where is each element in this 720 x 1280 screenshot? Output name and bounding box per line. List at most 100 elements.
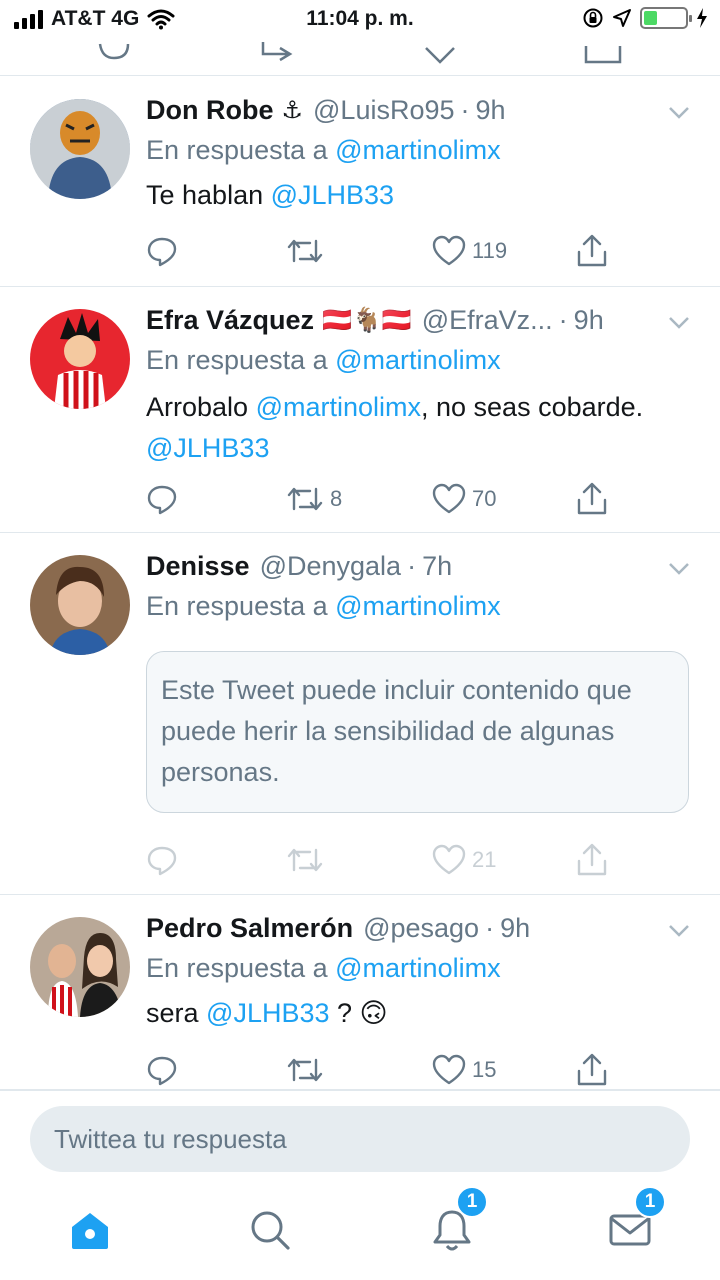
- tweet-text-part: Te hablan: [146, 180, 271, 210]
- like-button[interactable]: 15: [432, 1050, 496, 1090]
- reply-prefix: En respuesta a: [146, 135, 328, 165]
- reply-to-mention[interactable]: @martinolimx: [335, 345, 500, 375]
- tweet-actions: 15: [146, 1050, 616, 1090]
- tweet-time[interactable]: 9h: [476, 95, 506, 126]
- like-count: 70: [472, 486, 497, 511]
- tab-messages[interactable]: 1: [600, 1186, 666, 1260]
- like-icon: [432, 844, 466, 875]
- like-button[interactable]: 70: [432, 479, 496, 519]
- chevron-down-icon[interactable]: [666, 555, 692, 581]
- share-icon: [577, 1053, 607, 1086]
- author-handle[interactable]: @LuisRo95: [313, 95, 455, 126]
- tweet-time[interactable]: 9h: [574, 305, 604, 336]
- upside-down-face-emoji: 🙃: [359, 998, 388, 1028]
- tweet-text: Arrobalo @martinolimx, no seas cobarde. @…: [146, 387, 690, 469]
- tweet-header: Pedro Salmerón @pesago · 9h: [146, 913, 664, 944]
- retweet-button[interactable]: [286, 1050, 330, 1090]
- retweet-icon: [287, 239, 323, 263]
- reply-button[interactable]: [146, 231, 178, 271]
- tweet-actions: 8 70: [146, 479, 616, 519]
- avatar[interactable]: [30, 99, 130, 199]
- tweet-text-part: ?: [329, 998, 360, 1028]
- reply-button[interactable]: [146, 1050, 178, 1090]
- tweet-actions: 21: [146, 840, 616, 880]
- retweet-button[interactable]: [286, 840, 330, 880]
- tweet-time[interactable]: 9h: [500, 913, 530, 944]
- battery-icon: [640, 7, 692, 29]
- tab-notifications[interactable]: 1: [422, 1186, 488, 1260]
- like-count: 15: [472, 1057, 497, 1082]
- chevron-down-icon[interactable]: [666, 917, 692, 943]
- home-icon: [72, 1213, 108, 1249]
- reply-to-mention[interactable]: @martinolimx: [335, 591, 500, 621]
- author-handle[interactable]: @pesago: [363, 913, 479, 944]
- reply-composer-bar: Twittea tu respuesta: [0, 1090, 720, 1184]
- tab-bar: 1 1: [0, 1184, 720, 1280]
- retweet-icon: [287, 1058, 323, 1082]
- reply-button[interactable]: [146, 479, 178, 519]
- tweet-header: Efra Vázquez 🇦🇹🐐🇦🇹 @EfraVz... · 9h: [146, 305, 664, 336]
- like-count: 119: [472, 238, 508, 263]
- chevron-down-icon[interactable]: [666, 99, 692, 125]
- retweet-icon: [287, 848, 323, 872]
- reply-prefix: En respuesta a: [146, 345, 328, 375]
- reply-prefix: En respuesta a: [146, 953, 328, 983]
- share-button[interactable]: [576, 231, 608, 271]
- share-button[interactable]: [576, 1050, 608, 1090]
- retweet-button[interactable]: [286, 231, 330, 271]
- tweet-text-part: , no seas cobarde.: [421, 392, 644, 422]
- tweet-3[interactable]: Denisse @Denygala · 7h En respuesta a @m…: [0, 533, 720, 895]
- tweet-header: Denisse @Denygala · 7h: [146, 551, 664, 582]
- reply-to-mention[interactable]: @martinolimx: [335, 953, 500, 983]
- tweet-text: sera @JLHB33 ? 🙃: [146, 993, 690, 1034]
- reply-icon: [147, 485, 177, 515]
- author-name[interactable]: Efra Vázquez: [146, 305, 314, 336]
- tweet-mention[interactable]: @JLHB33: [271, 180, 394, 210]
- chevron-down-icon[interactable]: [666, 309, 692, 335]
- tweet-time[interactable]: 7h: [422, 551, 452, 582]
- reply-button[interactable]: [146, 840, 178, 880]
- like-icon: [432, 483, 466, 514]
- tab-search[interactable]: [240, 1200, 300, 1260]
- author-name[interactable]: Denisse: [146, 551, 250, 582]
- like-button[interactable]: 119: [432, 231, 507, 271]
- tweet-4[interactable]: Pedro Salmerón @pesago · 9h En respuesta…: [0, 895, 720, 1090]
- author-name-emoji: ⚓: [281, 97, 304, 124]
- sensitive-content-notice[interactable]: Este Tweet puede incluir contenido que p…: [146, 651, 689, 813]
- messages-badge: 1: [634, 1186, 666, 1218]
- tweet-text-part: sera: [146, 998, 207, 1028]
- author-handle[interactable]: @EfraVz...: [422, 305, 553, 336]
- share-button[interactable]: [576, 840, 608, 880]
- tweet-2[interactable]: Efra Vázquez 🇦🇹🐐🇦🇹 @EfraVz... · 9h En re…: [0, 287, 720, 533]
- reply-context: En respuesta a @martinolimx: [146, 953, 501, 984]
- author-handle[interactable]: @Denygala: [260, 551, 402, 582]
- tweet-1[interactable]: Don Robe ⚓ @LuisRo95 · 9h En respuesta a…: [0, 77, 720, 287]
- reply-context: En respuesta a @martinolimx: [146, 135, 501, 166]
- avatar[interactable]: [30, 309, 130, 409]
- separator-dot: ·: [460, 95, 470, 125]
- search-icon: [251, 1211, 290, 1250]
- reply-icon: [147, 1056, 177, 1086]
- reply-input[interactable]: Twittea tu respuesta: [30, 1106, 690, 1172]
- share-icon: [577, 234, 607, 267]
- avatar-image: [30, 555, 130, 655]
- avatar-image: [30, 917, 130, 1017]
- avatar-image: [30, 309, 130, 409]
- tweet-mention[interactable]: @JLHB33: [206, 998, 329, 1028]
- author-name[interactable]: Pedro Salmerón: [146, 913, 353, 944]
- tab-home[interactable]: [60, 1200, 120, 1260]
- reply-to-mention[interactable]: @martinolimx: [335, 135, 500, 165]
- like-button[interactable]: 21: [432, 840, 496, 880]
- avatar[interactable]: [30, 555, 130, 655]
- tweet-text: Te hablan @JLHB33: [146, 175, 690, 216]
- share-button[interactable]: [576, 479, 608, 519]
- retweet-button[interactable]: 8: [286, 479, 342, 519]
- share-icon: [577, 482, 607, 515]
- author-name-emoji: 🇦🇹🐐🇦🇹: [322, 307, 412, 334]
- reply-icon: [147, 846, 177, 876]
- avatar[interactable]: [30, 917, 130, 1017]
- author-name[interactable]: Don Robe: [146, 95, 274, 126]
- tweet-mention[interactable]: @martinolimx: [256, 392, 421, 422]
- reply-context: En respuesta a @martinolimx: [146, 345, 501, 376]
- tweet-mention[interactable]: @JLHB33: [146, 433, 269, 463]
